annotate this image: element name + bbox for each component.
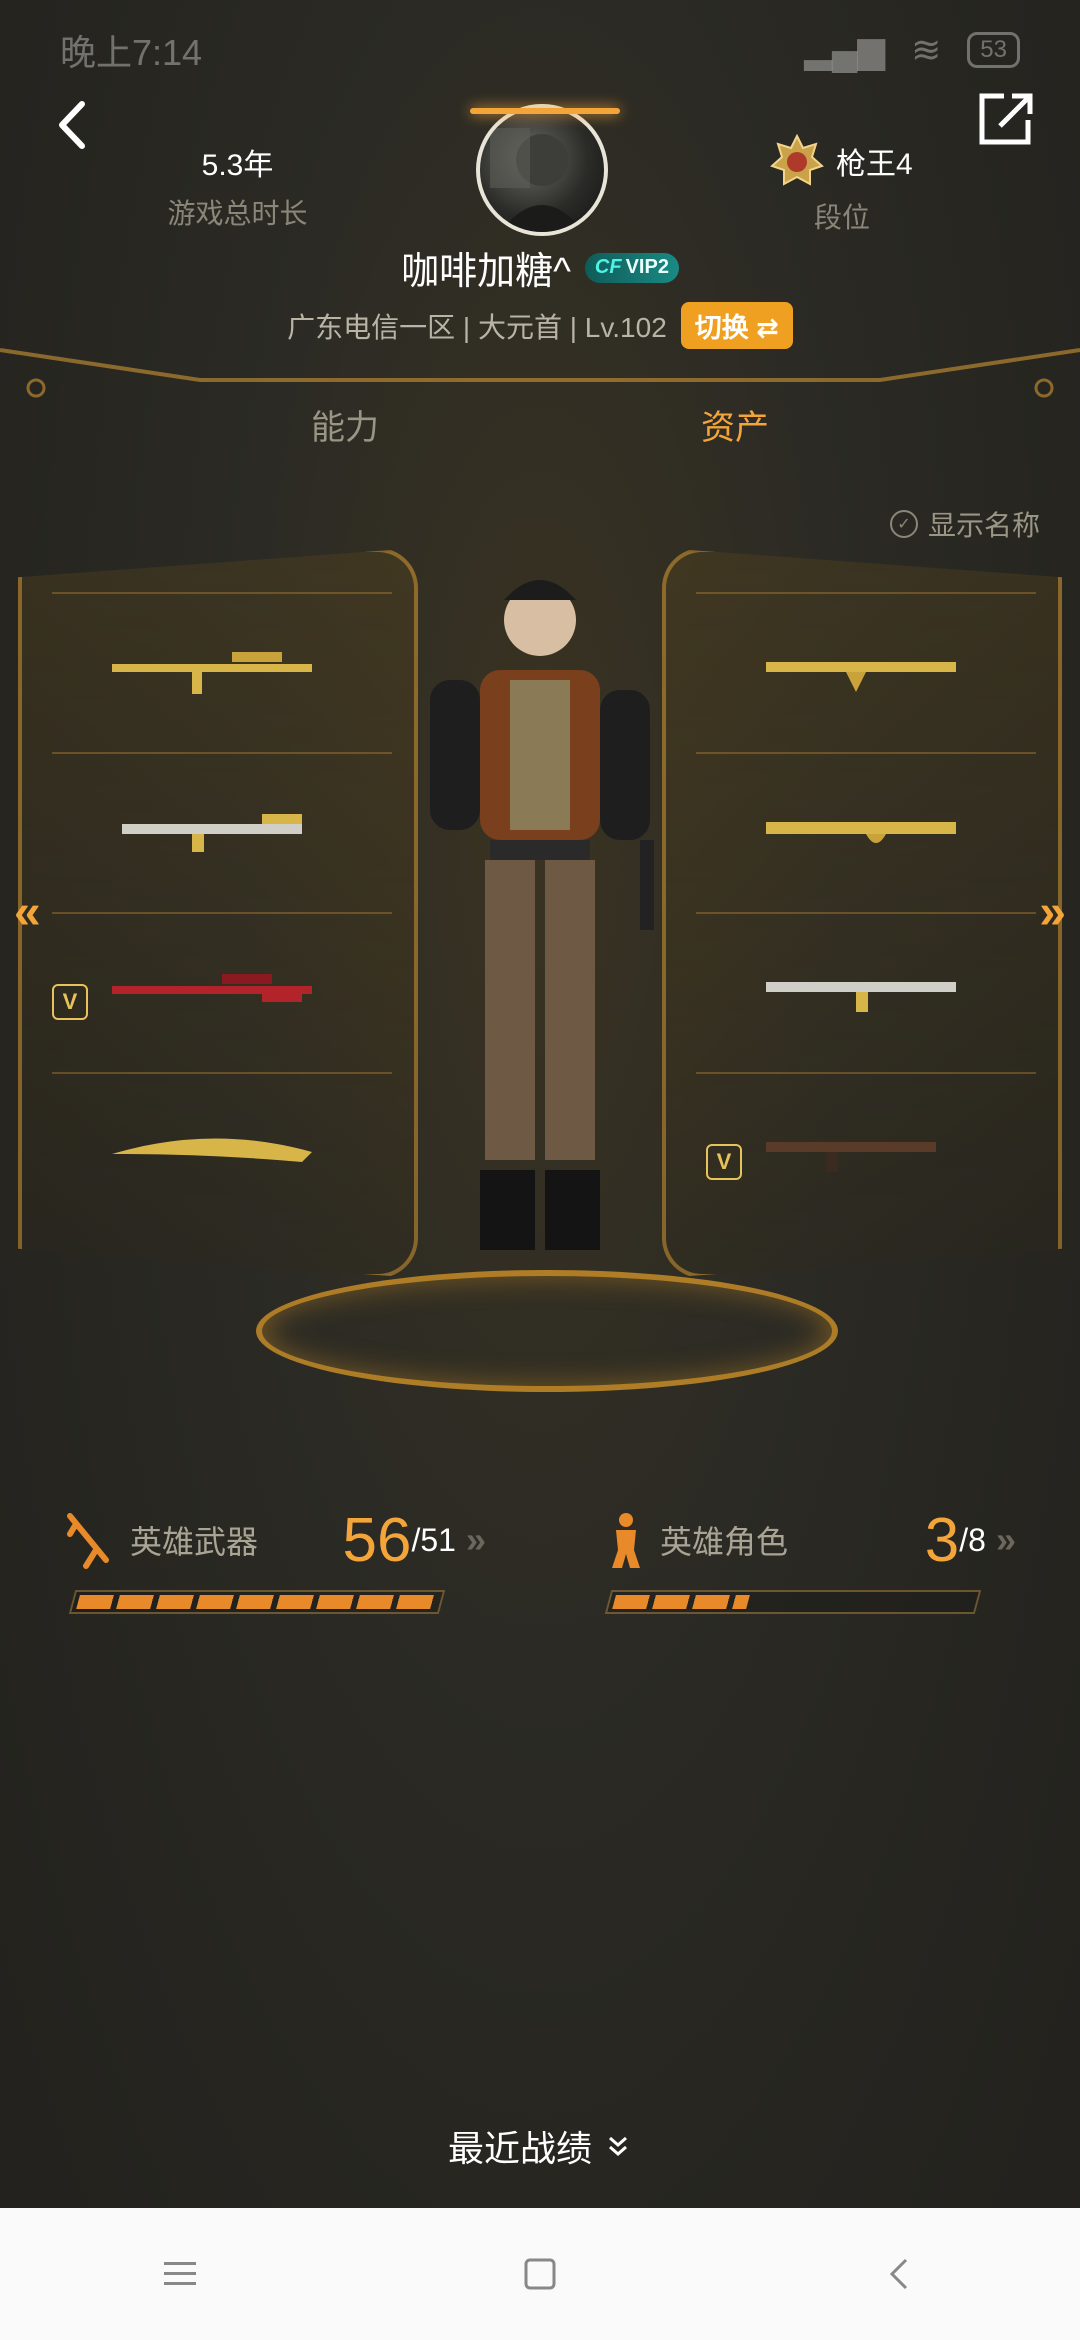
weapon-slot[interactable]: V bbox=[52, 912, 392, 1064]
smg-dark-icon bbox=[766, 1142, 936, 1172]
nickname: 咖啡加糖^ bbox=[401, 251, 571, 293]
home-square-icon bbox=[524, 2258, 556, 2290]
avatar[interactable] bbox=[476, 104, 608, 236]
character-model[interactable] bbox=[370, 560, 710, 1340]
hero-characters-label: 英雄角色 bbox=[660, 1524, 789, 1560]
show-name-toggle[interactable]: ✓ 显示名称 bbox=[889, 504, 1040, 544]
status-bar: 晚上7:14 ▂▄▆ ≋ 53 bbox=[0, 0, 1080, 100]
home-nav-button[interactable] bbox=[505, 2239, 575, 2309]
tab-ability[interactable]: 能力 bbox=[150, 400, 540, 449]
hero-characters-progress-fill bbox=[612, 1595, 750, 1609]
hero-weapons-count: 56 bbox=[342, 1505, 412, 1575]
cf-logo-icon: CF bbox=[594, 256, 622, 278]
hero-weapons-summary[interactable]: 英雄武器 56 /51 » bbox=[66, 1500, 486, 1580]
back-nav-button[interactable] bbox=[865, 2239, 935, 2309]
panel-left-arrow-icon[interactable]: « bbox=[14, 885, 41, 940]
battery-indicator: 53 bbox=[967, 32, 1020, 68]
sniper-rifle-red-icon bbox=[112, 974, 312, 1002]
weapon-slot[interactable] bbox=[696, 912, 1036, 1064]
back-arrow-icon bbox=[59, 101, 85, 149]
hero-characters-progress-bar bbox=[604, 1590, 982, 1614]
hero-characters-total: /8 bbox=[959, 1521, 986, 1558]
hero-weapons-progress-fill bbox=[76, 1595, 436, 1609]
active-tab-indicator bbox=[470, 108, 620, 114]
rifle-icon bbox=[67, 1513, 109, 1569]
status-time: 晚上7:14 bbox=[60, 32, 203, 73]
play-time-value: 5.3年 bbox=[201, 149, 274, 182]
loadout-panel-right: V bbox=[662, 548, 1062, 1278]
weapon-slot[interactable] bbox=[52, 592, 392, 744]
chevron-right-icon: » bbox=[465, 1519, 486, 1560]
back-button[interactable] bbox=[40, 90, 110, 160]
tab-assets[interactable]: 资产 bbox=[540, 400, 930, 449]
wifi-icon: ≋ bbox=[911, 29, 942, 70]
profile-name-row: 咖啡加糖^ CF VIP2 bbox=[0, 240, 1080, 295]
weapon-slot[interactable] bbox=[52, 1072, 392, 1224]
check-circle-icon: ✓ bbox=[889, 510, 918, 538]
hero-weapons-total: /51 bbox=[411, 1521, 456, 1558]
knife-gold-icon bbox=[112, 1138, 312, 1162]
recent-battles-toggle[interactable]: 最近战绩 bbox=[0, 2120, 1080, 2172]
tab-bar: 能力 资产 bbox=[150, 370, 930, 490]
share-button[interactable] bbox=[974, 86, 1040, 152]
chevron-right-icon: » bbox=[995, 1519, 1016, 1560]
show-name-label: 显示名称 bbox=[927, 510, 1040, 541]
rank-label: 段位 bbox=[814, 202, 871, 233]
assault-rifle-gold-icon bbox=[122, 814, 302, 852]
play-time-label: 游戏总时长 bbox=[167, 198, 308, 229]
weapon-slot[interactable] bbox=[696, 752, 1036, 904]
m4-rifle-gold-icon bbox=[766, 982, 956, 1012]
system-nav-bar bbox=[0, 2208, 1080, 2340]
sniper-rifle-gold-icon bbox=[112, 652, 312, 694]
double-chevron-down-icon bbox=[609, 2136, 627, 2156]
rank-medal-icon bbox=[770, 134, 824, 186]
rank-value: 枪王4 bbox=[836, 148, 913, 181]
weapon-slot[interactable]: V bbox=[696, 1072, 1036, 1224]
signal-icon: ▂▄▆ bbox=[804, 29, 886, 70]
vip-badge: CF VIP2 bbox=[584, 252, 679, 283]
avatar-image bbox=[490, 128, 584, 232]
hero-weapons-progress-bar bbox=[68, 1590, 446, 1614]
ak-rifle-gold-dragon-icon bbox=[766, 822, 956, 843]
share-icon bbox=[979, 93, 1033, 145]
hero-characters-summary[interactable]: 英雄角色 3 /8 » bbox=[606, 1500, 1016, 1580]
soldier-icon bbox=[612, 1513, 640, 1568]
menu-icon bbox=[164, 2262, 196, 2285]
rank-stat[interactable]: 枪王4 段位 bbox=[770, 134, 980, 236]
recent-battles-label: 最近战绩 bbox=[447, 2128, 592, 2169]
v-badge-icon: V bbox=[52, 984, 88, 1020]
hero-characters-count: 3 bbox=[924, 1505, 960, 1575]
panel-right-arrow-icon[interactable]: » bbox=[1039, 885, 1066, 940]
weapon-slot[interactable] bbox=[696, 592, 1036, 744]
hero-weapons-label: 英雄武器 bbox=[130, 1524, 259, 1560]
back-triangle-icon bbox=[889, 2258, 908, 2290]
menu-nav-button[interactable] bbox=[145, 2239, 215, 2309]
play-time-stat: 5.3年 游戏总时长 bbox=[150, 140, 325, 232]
v-badge-icon: V bbox=[706, 1144, 742, 1180]
weapon-slot[interactable] bbox=[52, 752, 392, 904]
loadout-panel-left: V bbox=[18, 548, 418, 1278]
ak-rifle-gold-icon bbox=[766, 662, 956, 692]
